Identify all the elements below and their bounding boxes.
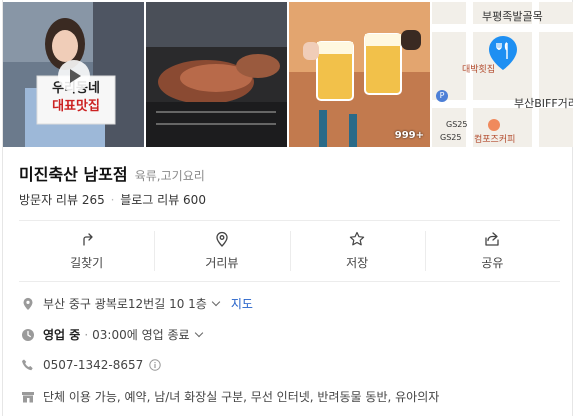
place-name[interactable]: 미진축산 남포점 [19,165,128,184]
map-pin-icon[interactable] [489,36,517,70]
street-view-label: 거리뷰 [205,256,239,270]
location-map[interactable]: 부평족발골목 대박횟집 부산BIFF거리 컴포즈커피 GS25 GS25 P [432,2,573,147]
save-label: 저장 [346,256,369,270]
grilled-meat-image [146,2,287,147]
status-separator: · [84,327,89,342]
amenities-row: 단체 이용 가능, 예약, 남/녀 화장실 구분, 무선 인터넷, 반려동물 동… [21,388,439,405]
star-icon [349,231,365,246]
photo-beer-cheers[interactable]: 999+ [289,2,430,147]
map-label-gs: GS25 [446,120,468,129]
hours-expand-icon[interactable] [194,328,203,338]
business-status: 영업 중 [43,328,81,342]
cafe-marker-icon [488,119,500,131]
map-label-cafe: 컴포즈커피 [474,135,516,145]
place-title-row: 미진축산 남포점 육류,고기요리 [19,161,205,185]
place-category: 육류,고기요리 [134,169,205,183]
directions-icon [82,233,93,246]
map-link[interactable]: 지도 [231,295,253,312]
photo-count-badge: 999+ [394,130,424,141]
store-icon [22,391,34,402]
info-icon[interactable] [149,359,161,371]
street-view-icon [216,231,228,247]
photo-video-thumbnail[interactable]: 우리동네 대표맛집 [3,2,144,147]
share-button[interactable]: 공유 [424,221,560,281]
closing-time: 03:00에 영업 종료 [92,328,190,342]
address-expand-icon[interactable] [211,297,221,307]
review-separator: · [110,193,115,207]
map-label-gs-2: GS25 [440,133,462,142]
visitor-review-link[interactable]: 방문자 리뷰 265 [19,193,105,207]
review-summary: 방문자 리뷰 265 · 블로그 리뷰 600 [19,191,206,208]
address-row: 부산 중구 광복로12번길 10 1층 지도 [21,295,253,312]
map-label-area: 부산BIFF거리 [514,97,573,110]
directions-label: 길찾기 [70,256,104,270]
photo-grilled-meat[interactable] [146,2,287,147]
directions-button[interactable]: 길찾기 [19,221,154,281]
phone-row: 0507-1342-8657 [21,358,161,372]
location-pin-icon [23,297,33,310]
phone-icon [22,359,33,371]
address-text: 부산 중구 광복로12번길 10 1층 [43,297,207,311]
place-card: 우리동네 대표맛집 [2,0,573,416]
photo-strip: 우리동네 대표맛집 [3,2,574,147]
hours-row[interactable]: 영업 중 · 03:00에 영업 종료 [21,326,206,343]
sign-text-line2: 대표맛집 [52,99,100,114]
share-icon [485,232,500,246]
save-button[interactable]: 저장 [289,221,425,281]
play-icon[interactable] [58,60,90,92]
action-bar: 길찾기 거리뷰 저장 공유 [19,220,560,282]
phone-number[interactable]: 0507-1342-8657 [43,358,143,372]
map-label-street: 부평족발골목 [482,10,543,23]
beer-cheers-image [289,2,430,147]
map-road [432,24,573,32]
amenities-text: 단체 이용 가능, 예약, 남/녀 화장실 구분, 무선 인터넷, 반려동물 동… [43,390,440,404]
share-label: 공유 [481,256,504,270]
clock-icon [22,328,34,341]
parking-icon: P [436,90,448,102]
blog-review-link[interactable]: 블로그 리뷰 600 [120,193,206,207]
street-view-button[interactable]: 거리뷰 [154,221,289,281]
